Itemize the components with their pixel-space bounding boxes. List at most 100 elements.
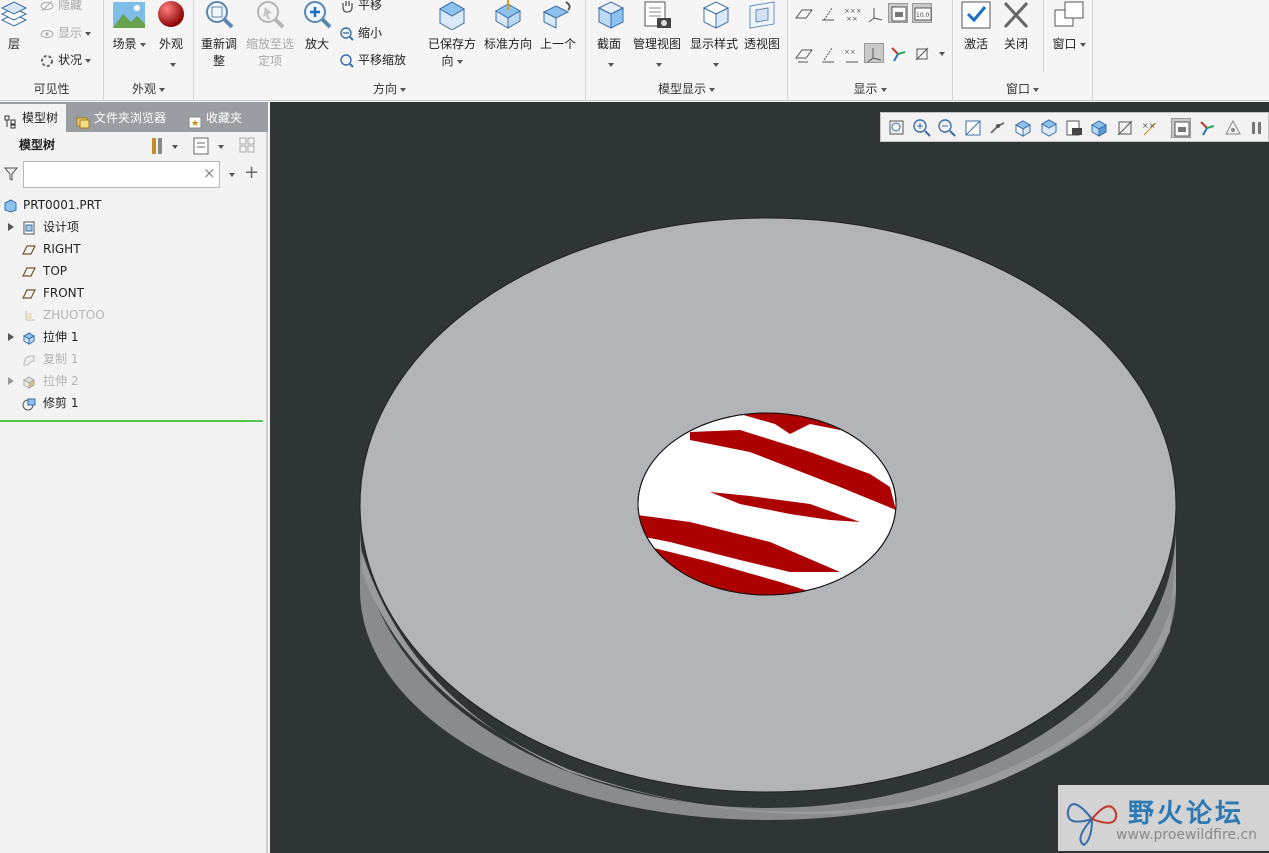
watermark-title: 野火论坛 <box>1128 799 1245 829</box>
tree-columns-icon[interactable] <box>238 136 260 156</box>
group-show: ××× ×× 10.0 ×× 显示 <box>788 0 953 101</box>
previous-orientation-icon <box>542 0 574 30</box>
tree-item-top-plane[interactable]: TOP <box>0 260 266 282</box>
manage-views-button[interactable]: 管理视图 <box>630 0 684 70</box>
pan-hand-icon <box>340 0 354 13</box>
svg-text:10.0: 10.0 <box>916 12 930 19</box>
zoom-in-icon <box>301 0 333 30</box>
status-button[interactable]: 状况 <box>40 52 92 68</box>
spin-center-icon[interactable] <box>888 44 908 64</box>
csys-tag-icon[interactable] <box>864 43 884 63</box>
close-icon <box>1000 0 1032 30</box>
tree-item-copy-1[interactable]: 复制 1 <box>0 348 266 370</box>
appearance-button[interactable]: 外观 <box>154 0 188 70</box>
pan-zoom-icon <box>340 53 354 68</box>
show-button[interactable]: 显示 <box>40 25 92 41</box>
tab-model-tree[interactable]: 模型树 <box>0 104 66 132</box>
refit-button[interactable]: 重新调 整 <box>198 0 240 70</box>
tab-favorites[interactable]: ★ 收藏夹 <box>184 104 268 132</box>
tree-item-zhuotoo[interactable]: ZHUOTOO <box>0 304 266 326</box>
standard-orientation-button[interactable]: 标准方向 <box>482 0 534 53</box>
close-button[interactable]: 关闭 <box>999 0 1033 53</box>
csys-display-icon[interactable] <box>866 4 886 24</box>
hide-button[interactable]: 隐藏 <box>40 0 82 13</box>
model-tree-panel: 模型树 文件夹浏览器 ★ 收藏夹 模型树 × + PRT0001.PRT 设计项… <box>0 102 268 853</box>
orientation-group-label: 方向 <box>194 80 585 97</box>
model-tree-title: 模型树 <box>19 138 56 152</box>
csys-icon <box>22 308 36 322</box>
insert-here-indicator[interactable] <box>0 420 263 422</box>
3d-notes-icon[interactable] <box>912 44 932 64</box>
tree-item-extrude-2[interactable]: 拉伸 2 <box>0 370 266 392</box>
tree-search-input[interactable] <box>23 161 220 188</box>
window-divider <box>1043 0 1044 72</box>
graphics-window[interactable]: ×× 野火论坛 www.proewildfire.cn <box>270 102 1269 853</box>
display-style-button[interactable]: 显示样式 <box>688 0 740 70</box>
section-button[interactable]: 截面 <box>592 0 626 70</box>
watermark-url: www.proewildfire.cn <box>1116 827 1258 843</box>
trim-icon <box>22 396 36 411</box>
group-model-display: 截面 管理视图 显示样式 透视图 模型显示 <box>586 0 788 101</box>
tree-filter-settings-icon[interactable] <box>192 136 228 156</box>
expand-icon[interactable] <box>8 223 14 231</box>
window-button[interactable]: 窗口 <box>1049 0 1089 53</box>
activate-button[interactable]: 激活 <box>959 0 993 53</box>
layer-icon <box>0 0 28 32</box>
datum-plane-icon <box>22 242 36 256</box>
group-appearance: 场景 外观 外观 <box>104 0 194 101</box>
visibility-group-label: 可见性 <box>33 82 70 96</box>
plane-tag-icon[interactable] <box>794 44 814 64</box>
search-clear-icon[interactable]: × <box>203 164 216 182</box>
tree-item-trim-1[interactable]: 修剪 1 <box>0 392 266 414</box>
tree-item-part[interactable]: PRT0001.PRT <box>0 194 266 216</box>
point-display-icon[interactable]: ××× ×× <box>842 4 862 24</box>
tree-item-front-plane[interactable]: FRONT <box>0 282 266 304</box>
show-group-label: 显示 <box>788 80 952 97</box>
pan-button[interactable]: 平移 <box>340 0 382 13</box>
filter-icon[interactable] <box>3 167 19 181</box>
dimension-display-icon[interactable]: 10.0 <box>912 3 932 23</box>
model-disk[interactable] <box>270 102 1269 853</box>
extrude-icon <box>22 330 36 345</box>
model-tree: PRT0001.PRT 设计项 RIGHT TOP FRONT ZHUOTOO … <box>0 194 266 414</box>
saved-orientations-button[interactable]: 已保存方 向 <box>426 0 478 70</box>
section-icon <box>593 0 625 30</box>
axis-display-icon[interactable] <box>818 4 838 24</box>
expand-icon[interactable] <box>8 377 14 385</box>
search-dropdown-caret[interactable] <box>229 173 235 177</box>
zoom-in-button[interactable]: 放大 <box>300 0 334 53</box>
svg-text:×××: ××× <box>844 7 862 15</box>
model-tree-icon <box>4 111 18 129</box>
model-display-group-label: 模型显示 <box>586 80 787 97</box>
layer-label: 层 <box>7 37 20 51</box>
saved-orientation-icon <box>436 0 468 31</box>
copy-icon <box>22 352 36 366</box>
axis-tag-icon[interactable] <box>818 44 838 64</box>
part-icon <box>3 198 17 213</box>
tree-item-extrude-1[interactable]: 拉伸 1 <box>0 326 266 348</box>
scene-button[interactable]: 场景 <box>110 0 148 53</box>
tree-item-design-items[interactable]: 设计项 <box>0 216 266 238</box>
add-filter-icon[interactable]: + <box>244 162 259 183</box>
tree-settings-icon[interactable] <box>150 136 180 156</box>
tab-folder-browser[interactable]: 文件夹浏览器 <box>72 104 182 132</box>
appearance-group-label: 外观 <box>104 80 193 97</box>
expand-icon[interactable] <box>8 333 14 341</box>
group-orientation: 重新调 整 缩放至选 定项 放大 平移 缩小 平移缩放 已保存方 向 标准方向 … <box>194 0 586 101</box>
previous-orientation-button[interactable]: 上一个 <box>538 0 578 53</box>
layer-button[interactable]: 层 <box>0 0 28 53</box>
pan-zoom-button[interactable]: 平移缩放 <box>340 52 406 68</box>
group-window: 激活 关闭 窗口 窗口 <box>953 0 1093 101</box>
annotation-display-icon[interactable] <box>888 3 908 23</box>
zoom-to-selected-button[interactable]: 缩放至选 定项 <box>244 0 296 70</box>
tree-item-right-plane[interactable]: RIGHT <box>0 238 266 260</box>
forum-watermark: 野火论坛 www.proewildfire.cn <box>1058 785 1269 851</box>
point-tag-icon[interactable]: ×× <box>842 44 862 64</box>
zoom-out-button[interactable]: 缩小 <box>340 25 382 41</box>
svg-text:★: ★ <box>191 119 199 129</box>
navigator-tabs: 模型树 文件夹浏览器 ★ 收藏夹 <box>0 102 268 132</box>
status-icon <box>40 54 54 68</box>
perspective-button[interactable]: 透视图 <box>742 0 782 53</box>
show-more-caret[interactable] <box>939 52 945 56</box>
plane-display-icon[interactable] <box>794 4 814 24</box>
